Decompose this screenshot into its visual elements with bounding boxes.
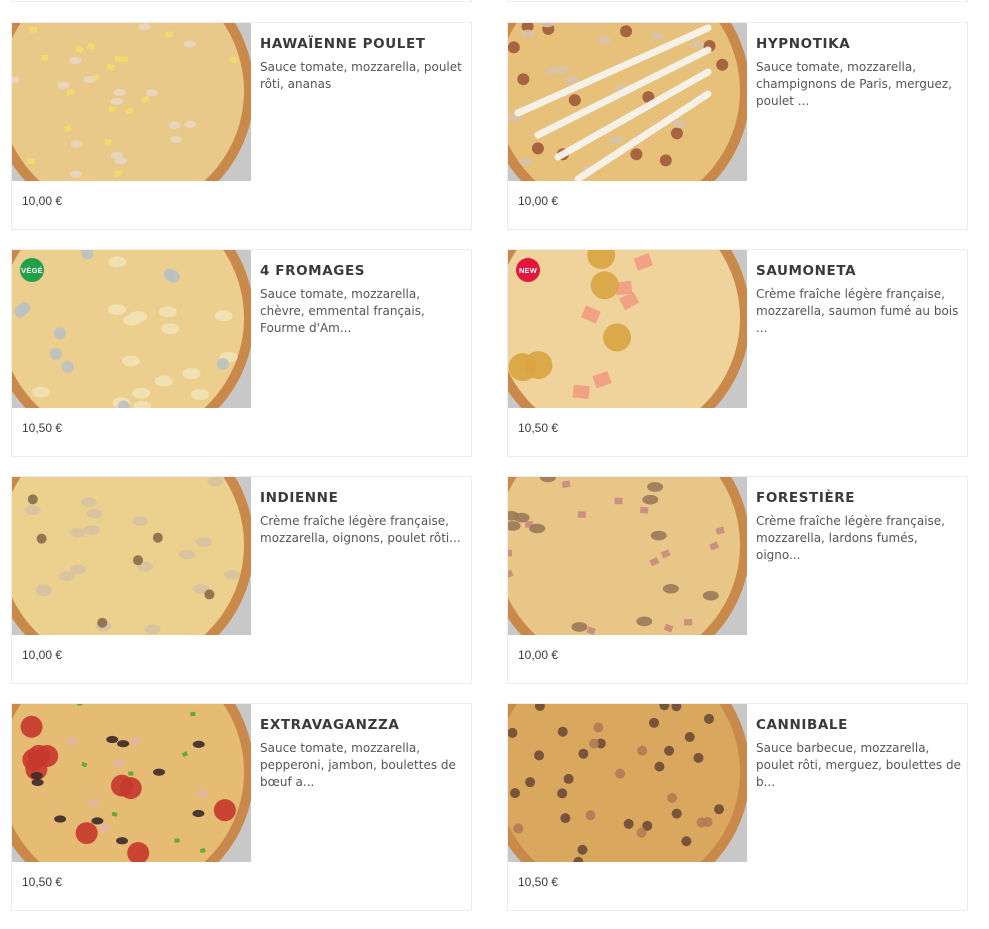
salmon-pizza-image — [508, 250, 747, 408]
pizza-illustration — [508, 250, 747, 408]
indian-pizza-image — [12, 477, 251, 635]
product-price: 10,50 € — [518, 421, 559, 435]
product-name: SAUMONETA — [756, 263, 857, 279]
product-card-4-fromages[interactable]: VÉGÉ 4 FROMAGES Sauce tomate, mozzarella… — [11, 249, 472, 457]
product-card-cannibale[interactable]: CANNIBALE Sauce barbecue, mozzarella, po… — [507, 703, 968, 911]
product-description: Crème fraîche légère française, mozzarel… — [260, 514, 461, 545]
pizza-illustration — [12, 23, 251, 181]
product-price: 10,50 € — [22, 875, 63, 889]
product-card-hypnotika[interactable]: HYPNOTIKA Sauce tomate, mozzarella, cham… — [507, 22, 968, 230]
product-card-extravaganzza[interactable]: EXTRAVAGANZZA Sauce tomate, mozzarella, … — [11, 703, 472, 911]
product-description: Crème fraîche légère française, mozzarel… — [756, 287, 959, 335]
product-card-indienne[interactable]: INDIENNE Crème fraîche légère française,… — [11, 476, 472, 684]
previous-card-bottom — [11, 0, 472, 2]
hawaiian-pizza-image — [12, 23, 251, 181]
product-card-saumoneta[interactable]: NEW SAUMONETA Crème fraîche légère franç… — [507, 249, 968, 457]
product-price: 10,50 € — [518, 875, 559, 889]
product-description: Sauce tomate, mozzarella, chèvre, emment… — [260, 287, 425, 335]
pizza-illustration — [508, 477, 747, 635]
product-price: 10,00 € — [22, 648, 63, 662]
pizza-illustration — [12, 250, 251, 408]
product-description: Sauce tomate, mozzarella, poulet rôti, a… — [260, 60, 462, 91]
product-name: CANNIBALE — [756, 717, 848, 733]
pizza-illustration — [12, 704, 251, 862]
product-description: Sauce barbecue, mozzarella, poulet rôti,… — [756, 741, 961, 789]
new-badge: NEW — [516, 258, 540, 282]
product-card-forestiere[interactable]: FORESTIÈRE Crème fraîche légère français… — [507, 476, 968, 684]
cannibale-pizza-image — [508, 704, 747, 862]
product-name: INDIENNE — [260, 490, 339, 506]
product-price: 10,00 € — [22, 194, 63, 208]
forest-pizza-image — [508, 477, 747, 635]
product-name: 4 FROMAGES — [260, 263, 366, 279]
pizza-illustration — [508, 23, 747, 181]
four-cheese-pizza-image — [12, 250, 251, 408]
previous-card-bottom — [507, 0, 968, 2]
product-name: HAWAÏENNE POULET — [260, 36, 426, 52]
product-name: EXTRAVAGANZZA — [260, 717, 400, 733]
product-price: 10,00 € — [518, 648, 559, 662]
pizza-illustration — [12, 477, 251, 635]
vegetarian-badge: VÉGÉ — [20, 258, 44, 282]
pizza-illustration — [508, 704, 747, 862]
product-price: 10,00 € — [518, 194, 559, 208]
product-name: FORESTIÈRE — [756, 490, 856, 506]
product-card-hawaienne-poulet[interactable]: HAWAÏENNE POULET Sauce tomate, mozzarell… — [11, 22, 472, 230]
hypnotika-pizza-image — [508, 23, 747, 181]
product-price: 10,50 € — [22, 421, 63, 435]
product-description: Sauce tomate, mozzarella, champignons de… — [756, 60, 952, 108]
product-description: Crème fraîche légère française, mozzarel… — [756, 514, 945, 562]
product-description: Sauce tomate, mozzarella, pepperoni, jam… — [260, 741, 456, 789]
extravaganzza-pizza-image — [12, 704, 251, 862]
product-name: HYPNOTIKA — [756, 36, 851, 52]
